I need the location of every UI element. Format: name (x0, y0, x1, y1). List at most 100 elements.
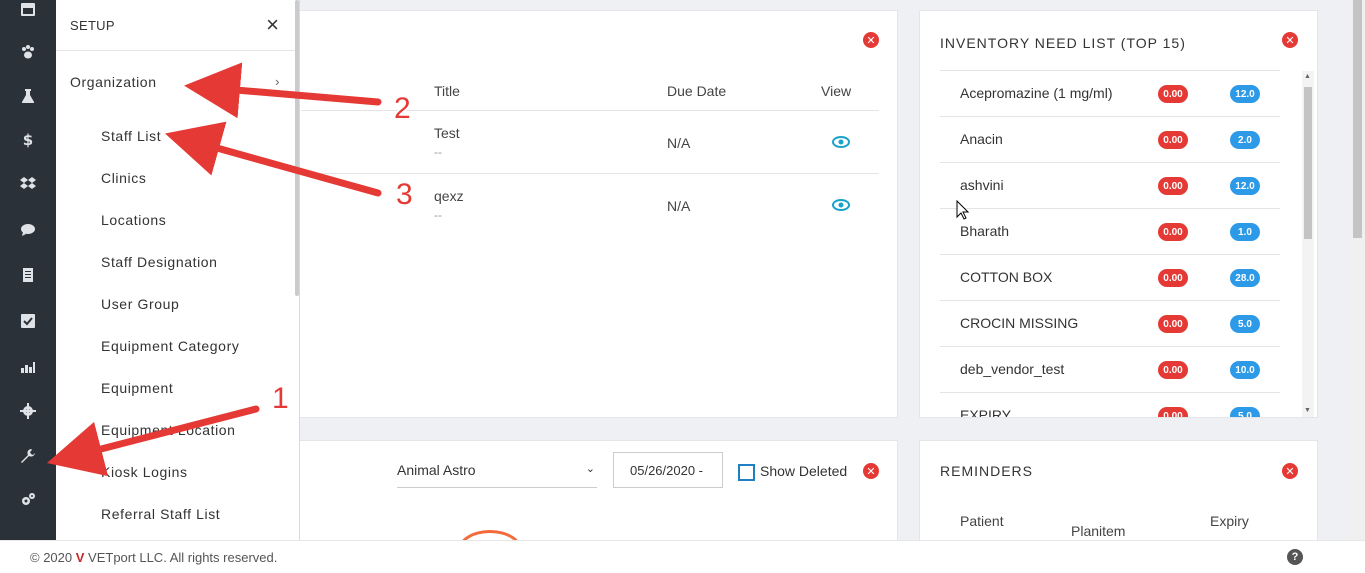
chevron-down-icon: ⌄ (585, 463, 595, 475)
inventory-title: INVENTORY NEED LIST (TOP 15) (940, 35, 1186, 51)
paw-icon[interactable] (18, 42, 38, 62)
menu-item-referral-staff-list[interactable]: Referral Staff List (101, 506, 220, 522)
list-item[interactable]: ashvini 0.00 12.0 (940, 163, 1280, 209)
help-icon[interactable]: ? (1287, 549, 1303, 565)
list-item[interactable]: Acepromazine (1 mg/ml) 0.00 12.0 (940, 71, 1280, 117)
show-deleted-checkbox[interactable] (738, 464, 755, 481)
menu-item-label: Organization (70, 74, 157, 90)
qty-badge-blue: 28.0 (1230, 269, 1260, 287)
task-title: Test (434, 125, 460, 141)
inventory-scrollbar[interactable]: ▲ ▼ (1302, 71, 1314, 417)
qty-badge-red: 0.00 (1158, 131, 1188, 149)
select-value: Animal Astro (397, 462, 476, 478)
qty-badge-blue: 5.0 (1230, 407, 1260, 417)
menu-item-staff-designation[interactable]: Staff Designation (101, 254, 218, 270)
vetport-logo: V (75, 550, 85, 565)
show-deleted-label: Show Deleted (760, 463, 848, 479)
list-item[interactable]: deb_vendor_test 0.00 10.0 (940, 347, 1280, 393)
item-name: Acepromazine (1 mg/ml) (960, 85, 1113, 101)
qty-badge-blue: 10.0 (1230, 361, 1260, 379)
dollar-icon[interactable]: $ (18, 130, 38, 150)
qty-badge-red: 0.00 (1158, 315, 1188, 333)
qty-badge-red: 0.00 (1158, 223, 1188, 241)
mouse-cursor-icon (956, 200, 969, 220)
view-column-header: View (821, 83, 852, 99)
planitem-column-header: Planitem (1071, 523, 1126, 539)
qty-badge-red: 0.00 (1158, 407, 1188, 417)
dropbox-icon[interactable] (18, 174, 38, 194)
qty-badge-blue: 1.0 (1230, 223, 1260, 241)
inventory-panel: INVENTORY NEED LIST (TOP 15) ✕ Acepromaz… (919, 10, 1318, 418)
copyright-text: © 2020 V VETport LLC. All rights reserve… (30, 550, 278, 565)
item-name: CROCIN MISSING (960, 315, 1079, 331)
item-name: EXPIRY (960, 407, 1012, 418)
annotation-number-2: 2 (394, 92, 411, 125)
list-item[interactable]: CROCIN MISSING 0.00 5.0 (940, 301, 1280, 347)
close-icon[interactable]: ✕ (863, 32, 879, 48)
menu-item-locations[interactable]: Locations (101, 212, 166, 228)
receipt-icon[interactable] (18, 265, 38, 285)
list-item[interactable]: COTTON BOX 0.00 28.0 (940, 255, 1280, 301)
item-name: deb_vendor_test (960, 361, 1065, 377)
close-icon[interactable]: ✕ (1282, 463, 1298, 479)
view-eye-icon[interactable] (832, 199, 850, 211)
calendar-icon[interactable] (18, 0, 38, 20)
menu-item-equipment-location[interactable]: Equipment Location (101, 422, 236, 438)
chevron-right-icon: › (275, 74, 280, 89)
tasks-panel: ✕ Title Due Date View Test -- N/A qexz -… (282, 10, 898, 418)
item-name: COTTON BOX (960, 269, 1053, 285)
qty-badge-blue: 12.0 (1230, 177, 1260, 195)
icon-rail: $ (0, 0, 56, 540)
flask-icon[interactable] (18, 86, 38, 106)
menu-item-clinics[interactable]: Clinics (101, 170, 146, 186)
task-subtitle: -- (434, 208, 442, 222)
page-scrollbar[interactable] (1350, 0, 1365, 540)
patient-column-header: Patient (960, 513, 1004, 529)
list-item[interactable]: EXPIRY 0.00 5.0 (940, 393, 1280, 418)
close-icon[interactable]: ✕ (1282, 32, 1298, 48)
close-icon[interactable]: ✕ (863, 463, 879, 479)
title-column-header: Title (434, 83, 460, 99)
menu-item-organization[interactable]: Organization › (70, 74, 280, 90)
close-icon[interactable]: × (266, 14, 279, 36)
qty-badge-red: 0.00 (1158, 269, 1188, 287)
gears-icon[interactable] (18, 490, 38, 510)
view-eye-icon[interactable] (832, 136, 850, 148)
qty-badge-blue: 12.0 (1230, 85, 1260, 103)
menu-item-equipment[interactable]: Equipment (101, 380, 173, 396)
qty-badge-blue: 5.0 (1230, 315, 1260, 333)
checkbox-icon[interactable] (18, 311, 38, 331)
qty-badge-red: 0.00 (1158, 361, 1188, 379)
list-item[interactable]: Bharath 0.00 1.0 (940, 209, 1280, 255)
qty-badge-red: 0.00 (1158, 177, 1188, 195)
animal-select[interactable]: Animal Astro ⌄ (397, 454, 597, 488)
reminders-title: REMINDERS (940, 463, 1034, 479)
menu-item-staff-list[interactable]: Staff List (101, 128, 161, 144)
chat-icon[interactable] (18, 220, 38, 240)
chart-icon[interactable] (18, 356, 38, 376)
setup-scrollbar[interactable] (295, 0, 299, 296)
item-name: Bharath (960, 223, 1010, 239)
scroll-up-icon[interactable]: ▲ (1304, 73, 1311, 80)
task-due-date: N/A (667, 198, 691, 214)
wrench-icon[interactable] (18, 446, 38, 466)
scroll-down-icon[interactable]: ▼ (1304, 407, 1311, 414)
qty-badge-red: 0.00 (1158, 85, 1188, 103)
reminders-panel: REMINDERS ✕ Patient Planitem Expiry (919, 440, 1318, 550)
expiry-column-header: Expiry (1210, 513, 1249, 529)
menu-item-equipment-category[interactable]: Equipment Category (101, 338, 239, 354)
menu-item-user-group[interactable]: User Group (101, 296, 179, 312)
annotation-number-1: 1 (272, 382, 289, 415)
gear-icon[interactable] (18, 401, 38, 421)
task-due-date: N/A (667, 135, 691, 151)
date-range-input[interactable]: 05/26/2020 - (613, 452, 723, 488)
footer: © 2020 V VETport LLC. All rights reserve… (0, 540, 1365, 573)
task-title: qexz (434, 188, 464, 204)
item-name: ashvini (960, 177, 1004, 193)
item-name: Anacin (960, 131, 1003, 147)
task-subtitle: -- (434, 145, 442, 159)
setup-title: SETUP (70, 17, 115, 33)
menu-item-kiosk-logins[interactable]: Kiosk Logins (101, 464, 188, 480)
annotation-number-3: 3 (396, 178, 413, 211)
list-item[interactable]: Anacin 0.00 2.0 (940, 117, 1280, 163)
